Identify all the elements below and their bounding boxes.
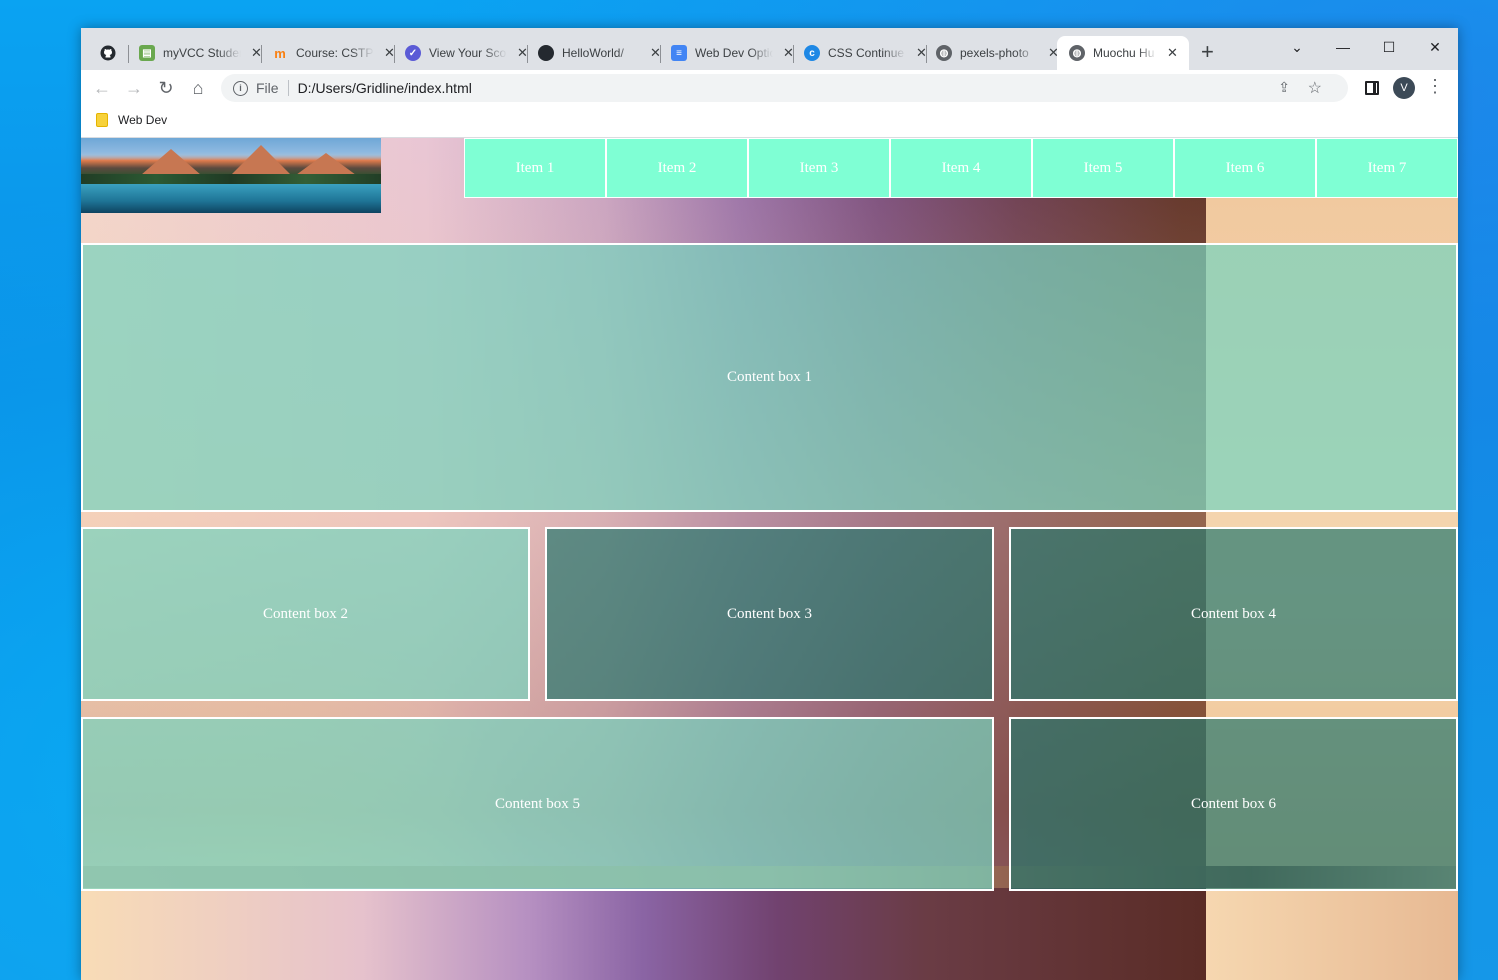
tab-title: Course: CSTP: [296, 46, 374, 60]
logo-image: [81, 138, 381, 213]
lake-shape: [81, 184, 381, 213]
tab-myvcc[interactable]: ▤ myVCC Student ✕: [139, 38, 262, 68]
github-pinned-tab[interactable]: [93, 40, 123, 66]
tab-separator: [926, 45, 927, 63]
content-box-2: Content box 2: [81, 527, 530, 701]
tab-title: View Your Score: [429, 46, 507, 60]
nav-item-3[interactable]: Item 3: [748, 138, 890, 198]
close-window-button[interactable]: ✕: [1412, 34, 1458, 60]
close-icon[interactable]: ✕: [1167, 45, 1178, 61]
tab-separator: [793, 45, 794, 63]
docs-icon: ≡: [671, 45, 687, 61]
tab-title: Muochu Hu: [1093, 46, 1155, 60]
github-icon: [538, 45, 554, 61]
content-box-5: Content box 5: [81, 717, 994, 891]
browser-toolbar: ← → ↻ ⌂ i File D:/Users/Gridline/index.h…: [81, 70, 1458, 106]
browser-window: ▤ myVCC Student ✕ m Course: CSTP ✕ ✓ Vie…: [81, 28, 1458, 980]
tab-search-button[interactable]: ⌄: [1274, 34, 1320, 60]
tab-separator: [128, 45, 129, 63]
tab-separator: [660, 45, 661, 63]
nav-item-6[interactable]: Item 6: [1174, 138, 1316, 198]
tab-helloworld[interactable]: HelloWorld/ ✕: [538, 38, 661, 68]
tab-strip: ▤ myVCC Student ✕ m Course: CSTP ✕ ✓ Vie…: [81, 28, 1458, 70]
forward-arrow-icon[interactable]: →: [123, 77, 145, 99]
content-box-6: Content box 6: [1009, 717, 1458, 891]
mountain-shape: [231, 145, 291, 175]
myvcc-icon: ▤: [139, 45, 155, 61]
tab-webdev-options[interactable]: ≡ Web Dev Options ✕: [671, 38, 794, 68]
nav-item-2[interactable]: Item 2: [606, 138, 748, 198]
tab-separator: [394, 45, 395, 63]
bookmark-web-dev[interactable]: Web Dev: [96, 113, 167, 127]
nav-item-4[interactable]: Item 4: [890, 138, 1032, 198]
tab-title: pexels-photo: [960, 46, 1029, 60]
content-box-3: Content box 3: [545, 527, 994, 701]
folder-icon: [96, 113, 108, 127]
address-url[interactable]: D:/Users/Gridline/index.html: [298, 80, 472, 96]
forest-shape: [81, 174, 381, 184]
page-viewport: Item 1 Item 2 Item 3 Item 4 Item 5 Item …: [81, 138, 1458, 980]
home-icon[interactable]: ⌂: [187, 77, 209, 99]
new-tab-button[interactable]: +: [1201, 40, 1214, 64]
globe-icon: ◍: [1069, 45, 1085, 61]
share-icon[interactable]: ⇪: [1278, 79, 1290, 96]
side-panel-icon[interactable]: [1365, 81, 1379, 95]
profile-avatar[interactable]: V: [1393, 77, 1415, 99]
maximize-button[interactable]: ☐: [1366, 34, 1412, 60]
tab-separator: [527, 45, 528, 63]
tab-course[interactable]: m Course: CSTP ✕: [272, 38, 395, 68]
tab-title: Web Dev Options: [695, 46, 773, 60]
github-icon: [100, 45, 116, 61]
back-arrow-icon[interactable]: ←: [91, 77, 113, 99]
c-icon: c: [804, 45, 820, 61]
address-scheme: File: [256, 80, 279, 96]
content-box-1: Content box 1: [81, 243, 1458, 512]
tab-pexels[interactable]: ◍ pexels-photo ✕: [936, 38, 1059, 68]
bookmark-label: Web Dev: [118, 113, 168, 127]
address-divider: [287, 80, 289, 96]
bookmarks-bar: Web Dev: [81, 106, 1458, 138]
address-bar[interactable]: i File D:/Users/Gridline/index.html ⇪ ☆: [221, 74, 1348, 102]
nav-item-5[interactable]: Item 5: [1032, 138, 1174, 198]
mountain-shape: [141, 149, 201, 175]
minimize-button[interactable]: —: [1320, 34, 1366, 60]
nav-bar: Item 1 Item 2 Item 3 Item 4 Item 5 Item …: [464, 138, 1458, 198]
background-bottom-right: [1206, 888, 1458, 980]
tab-title: HelloWorld/: [562, 46, 624, 60]
reload-icon[interactable]: ↻: [155, 77, 177, 99]
mountain-shape: [296, 153, 356, 175]
tab-title: myVCC Student: [163, 46, 241, 60]
tab-separator: [261, 45, 262, 63]
menu-kebab-icon[interactable]: ⋮: [1426, 76, 1444, 97]
moodle-icon: m: [274, 45, 286, 61]
tab-css-continue[interactable]: c CSS Continue ✕: [804, 38, 927, 68]
tab-view-score[interactable]: ✓ View Your Score ✕: [405, 38, 528, 68]
globe-icon: ◍: [936, 45, 952, 61]
star-icon[interactable]: ☆: [1308, 78, 1322, 98]
content-box-4: Content box 4: [1009, 527, 1458, 701]
tab-title: CSS Continue: [828, 46, 905, 60]
background-bottom: [81, 888, 1206, 980]
quiz-icon: ✓: [405, 45, 421, 61]
nav-item-1[interactable]: Item 1: [464, 138, 606, 198]
tab-active[interactable]: ◍ Muochu Hu ✕: [1057, 36, 1189, 70]
info-icon[interactable]: i: [233, 80, 248, 96]
nav-item-7[interactable]: Item 7: [1316, 138, 1458, 198]
